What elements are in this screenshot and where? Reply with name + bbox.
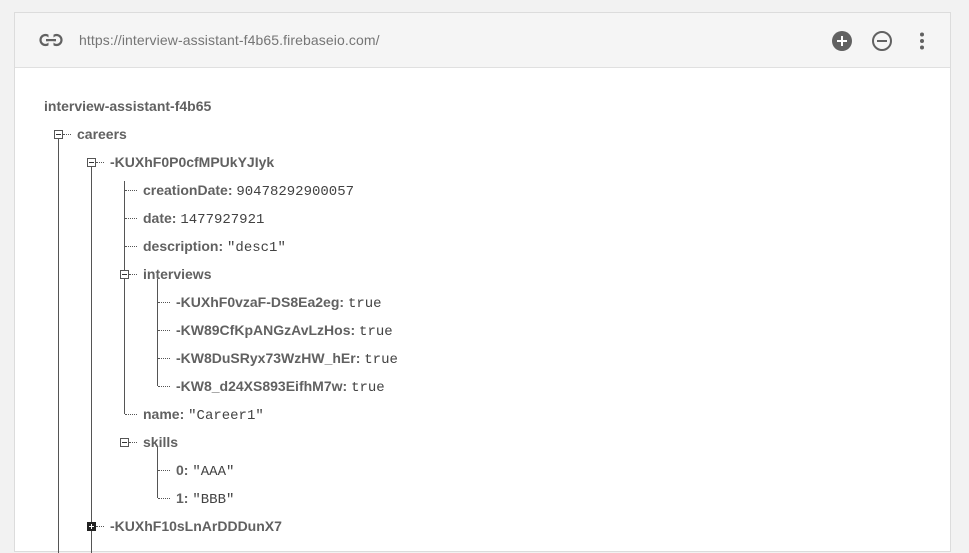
tree-node-date[interactable]: date: 1477927921: [143, 209, 264, 229]
node-key: name: [143, 406, 180, 422]
node-value: true: [359, 324, 393, 340]
tree-connector: [158, 498, 170, 499]
collapse-toggle-skills[interactable]: [120, 438, 129, 447]
tree-connector: [125, 190, 137, 191]
tree-node-interview[interactable]: -KUXhF0vzaF-DS8Ea2eg: true: [176, 293, 382, 313]
separator: :: [355, 350, 361, 366]
node-value: 90478292900057: [236, 184, 354, 200]
tree-node-skill[interactable]: 0: "AAA": [176, 461, 234, 481]
tree-node-career1[interactable]: -KUXhF0P0cfMPUkYJIyk: [110, 153, 274, 171]
node-key: 0: [176, 462, 184, 478]
expand-toggle-career2[interactable]: [87, 522, 96, 531]
separator: :: [339, 294, 345, 310]
collapse-toggle-interviews[interactable]: [120, 270, 129, 279]
separator: :: [218, 238, 224, 254]
tree-connector: [96, 162, 104, 163]
tree-connector: [158, 386, 170, 387]
tree-node-careers[interactable]: careers: [77, 125, 127, 143]
node-value: true: [347, 296, 382, 312]
separator: :: [183, 490, 189, 506]
tree-connector: [125, 246, 137, 247]
node-value: true: [351, 380, 385, 396]
tree-line: [124, 181, 125, 414]
tree-node-name[interactable]: name: "Career1": [143, 405, 264, 425]
tree-connector: [158, 302, 170, 303]
node-key: description: [143, 238, 219, 254]
node-key: creationDate: [143, 182, 228, 198]
tree-connector: [158, 358, 170, 359]
tree-line: [157, 279, 158, 386]
collapse-toggle-careers[interactable]: [54, 130, 63, 139]
database-viewer-card: https://interview-assistant-f4b65.fireba…: [14, 12, 951, 553]
tree-node-skills[interactable]: skills: [143, 433, 178, 451]
tree-node-interview[interactable]: -KW8DuSRyx73WzHW_hEr: true: [176, 349, 398, 369]
tree-node-skill[interactable]: 1: "BBB": [176, 489, 234, 509]
tree-node-interview[interactable]: -KW89CfKpANGzAvLzHos: true: [176, 321, 393, 341]
node-key: -KUXhF10sLnArDDDunX7: [110, 518, 282, 534]
separator: :: [342, 378, 348, 394]
tree-node-interviews[interactable]: interviews: [143, 265, 211, 283]
tree-line: [91, 167, 92, 553]
separator: :: [171, 210, 177, 226]
node-key: careers: [77, 126, 127, 142]
node-value: "AAA": [192, 464, 235, 480]
data-tree: interview-assistant-f4b65 careers -KUXhF…: [15, 13, 950, 553]
node-key: interviews: [143, 266, 212, 282]
node-value: true: [364, 352, 398, 368]
node-value: "Career1": [188, 408, 264, 424]
node-value: "desc1": [227, 240, 286, 256]
tree-connector: [158, 330, 170, 331]
collapse-toggle-career1[interactable]: [87, 158, 96, 167]
node-key: -KUXhF0vzaF-DS8Ea2eg: [176, 294, 340, 310]
tree-connector: [158, 470, 170, 471]
separator: :: [183, 462, 189, 478]
node-key: 1: [176, 490, 184, 506]
tree-connector: [125, 218, 137, 219]
node-key: skills: [143, 434, 179, 450]
tree-connector: [129, 274, 137, 275]
root-node[interactable]: interview-assistant-f4b65: [44, 97, 211, 115]
tree-connector: [96, 526, 104, 527]
node-key: -KUXhF0P0cfMPUkYJIyk: [110, 154, 275, 170]
tree-node-career2[interactable]: -KUXhF10sLnArDDDunX7: [110, 517, 282, 535]
tree-line: [157, 447, 158, 498]
tree-node-interview[interactable]: -KW8_d24XS893EifhM7w: true: [176, 377, 385, 397]
tree-line: [58, 139, 59, 553]
node-key: date: [143, 210, 172, 226]
separator: :: [179, 406, 185, 422]
tree-node-description[interactable]: description: "desc1": [143, 237, 286, 257]
node-key: -KW8DuSRyx73WzHW_hEr: [176, 350, 356, 366]
tree-connector: [129, 442, 137, 443]
tree-connector: [63, 134, 71, 135]
tree-connector: [125, 414, 137, 415]
node-value: "BBB": [192, 492, 235, 508]
node-key: -KW89CfKpANGzAvLzHos: [176, 322, 351, 338]
separator: :: [227, 182, 233, 198]
node-key: -KW8_d24XS893EifhM7w: [176, 378, 343, 394]
separator: :: [350, 322, 356, 338]
node-value: 1477927921: [180, 212, 265, 228]
tree-node-creationdate[interactable]: creationDate: 90478292900057: [143, 181, 354, 201]
